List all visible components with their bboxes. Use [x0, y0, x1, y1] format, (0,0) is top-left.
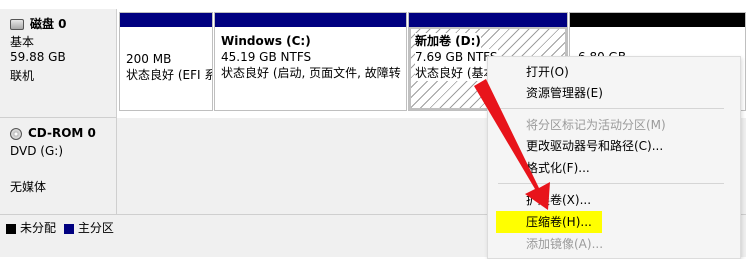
annotation-arrow [474, 79, 550, 210]
red-arrow-icon [474, 79, 550, 210]
